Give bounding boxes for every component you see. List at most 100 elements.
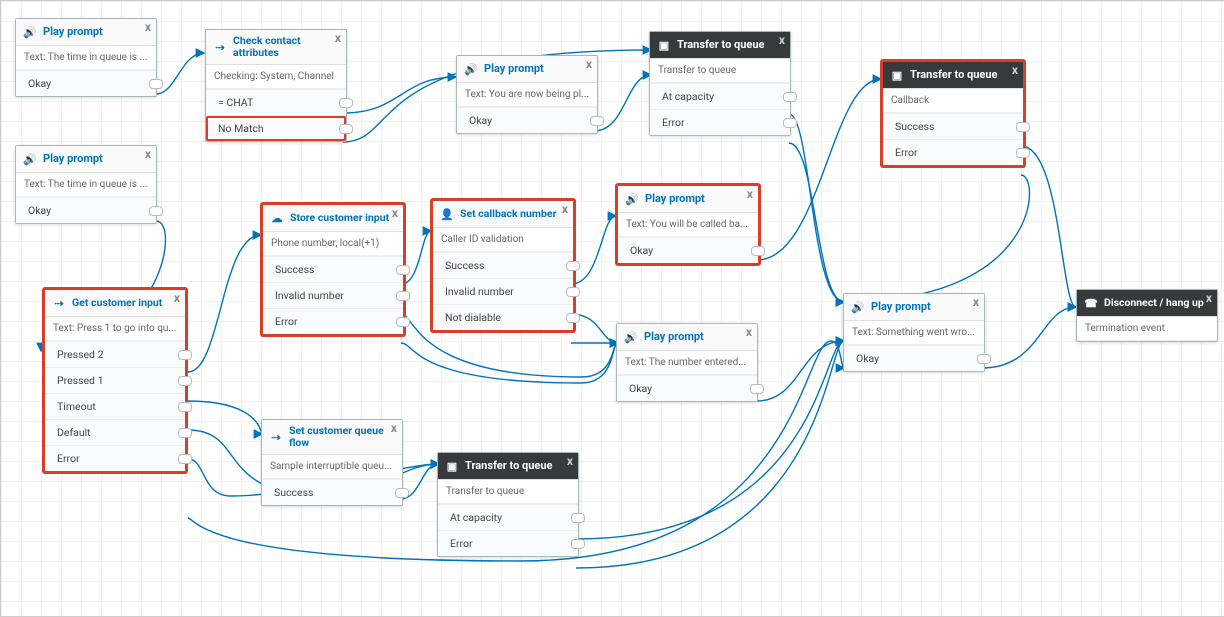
block-transfer-queue-1[interactable]: ▣Transfer to queuex Transfer to queue At… bbox=[649, 31, 791, 136]
block-title: Play prompt bbox=[43, 26, 150, 39]
transfer-icon: ▣ bbox=[656, 37, 672, 53]
block-disconnect[interactable]: ☎Disconnect / hang upx Termination event bbox=[1076, 289, 1218, 342]
speaker-icon: 🔊 bbox=[22, 151, 38, 167]
branch[interactable]: Invalid number bbox=[263, 282, 403, 308]
branch[interactable]: Okay bbox=[457, 107, 597, 133]
hangup-icon: ☎ bbox=[1083, 295, 1099, 311]
close-icon[interactable]: x bbox=[562, 203, 568, 215]
block-subtitle: Text: Press 1 to go into qu... bbox=[45, 317, 185, 341]
branch[interactable]: Error bbox=[263, 308, 403, 334]
transfer-icon: ▣ bbox=[444, 458, 460, 474]
branch[interactable]: Invalid number bbox=[433, 278, 573, 304]
branch[interactable]: Error bbox=[883, 139, 1023, 165]
output-port[interactable] bbox=[566, 261, 580, 271]
branch[interactable]: Success bbox=[262, 479, 402, 505]
branch[interactable]: Okay bbox=[618, 237, 758, 263]
output-port[interactable] bbox=[178, 350, 192, 360]
branch[interactable]: At capacity bbox=[438, 504, 578, 530]
output-port[interactable] bbox=[751, 246, 765, 256]
output-port[interactable] bbox=[396, 265, 410, 275]
output-port[interactable] bbox=[590, 116, 604, 126]
output-port[interactable] bbox=[783, 118, 797, 128]
block-title: Play prompt bbox=[871, 301, 978, 314]
close-icon[interactable]: x bbox=[391, 422, 397, 434]
person-icon: 👤 bbox=[439, 206, 455, 222]
close-icon[interactable]: x bbox=[145, 148, 151, 160]
block-subtitle: Transfer to queue bbox=[438, 480, 578, 504]
output-port[interactable] bbox=[750, 384, 764, 394]
block-set-queue-flow[interactable]: ⇢Set customer queue flowx Sample interru… bbox=[261, 419, 403, 506]
output-port[interactable] bbox=[178, 376, 192, 386]
output-port[interactable] bbox=[339, 124, 353, 134]
output-port[interactable] bbox=[395, 488, 409, 498]
output-port[interactable] bbox=[566, 313, 580, 323]
output-port[interactable] bbox=[178, 402, 192, 412]
branch[interactable]: At capacity bbox=[650, 83, 790, 109]
block-play-prompt-error[interactable]: 🔊Play promptx Text: Something went wro..… bbox=[843, 293, 985, 372]
block-play-prompt-invalid[interactable]: 🔊Play promptx Text: The number entered..… bbox=[616, 323, 758, 402]
branch[interactable]: = CHAT bbox=[206, 89, 346, 115]
branch[interactable]: Success bbox=[883, 113, 1023, 139]
block-play-prompt-1[interactable]: 🔊Play promptx Text: The time in queue is… bbox=[15, 18, 157, 97]
close-icon[interactable]: x bbox=[567, 455, 573, 467]
block-transfer-queue-callback[interactable]: ▣Transfer to queuex Callback Success Err… bbox=[881, 60, 1025, 167]
branch[interactable]: Okay bbox=[617, 375, 757, 401]
branch[interactable]: Okay bbox=[844, 345, 984, 371]
close-icon[interactable]: x bbox=[779, 34, 785, 46]
block-title: Set callback number bbox=[460, 208, 567, 220]
block-subtitle: Text: The number entered... bbox=[617, 351, 757, 375]
speaker-icon: 🔊 bbox=[22, 24, 38, 40]
output-port[interactable] bbox=[566, 287, 580, 297]
branch-no-match[interactable]: No Match bbox=[206, 115, 346, 141]
output-port[interactable] bbox=[1016, 122, 1030, 132]
close-icon[interactable]: x bbox=[973, 296, 979, 308]
close-icon[interactable]: x bbox=[1012, 64, 1018, 76]
branch[interactable]: Default bbox=[45, 419, 185, 445]
branch[interactable]: Pressed 1 bbox=[45, 367, 185, 393]
branch[interactable]: Pressed 2 bbox=[45, 341, 185, 367]
output-port[interactable] bbox=[571, 539, 585, 549]
output-port[interactable] bbox=[339, 98, 353, 108]
output-port[interactable] bbox=[149, 206, 163, 216]
block-store-customer-input[interactable]: ☁Store customer inputx Phone number, loc… bbox=[261, 203, 405, 336]
branch[interactable]: Timeout bbox=[45, 393, 185, 419]
speaker-icon: 🔊 bbox=[624, 191, 640, 207]
close-icon[interactable]: x bbox=[335, 32, 341, 44]
branch-icon: ⇢ bbox=[51, 295, 67, 311]
block-play-prompt-3[interactable]: 🔊Play promptx Text: You are now being pl… bbox=[456, 55, 598, 134]
block-play-prompt-callback[interactable]: 🔊Play promptx Text: You will be called b… bbox=[616, 184, 760, 265]
output-port[interactable] bbox=[149, 79, 163, 89]
close-icon[interactable]: x bbox=[145, 21, 151, 33]
branch[interactable]: Not dialable bbox=[433, 304, 573, 330]
close-icon[interactable]: x bbox=[586, 58, 592, 70]
branch[interactable]: Success bbox=[433, 252, 573, 278]
branch[interactable]: Error bbox=[650, 109, 790, 135]
output-port[interactable] bbox=[396, 291, 410, 301]
block-title: Disconnect / hang up bbox=[1104, 297, 1211, 309]
close-icon[interactable]: x bbox=[746, 326, 752, 338]
close-icon[interactable]: x bbox=[1206, 292, 1212, 304]
block-check-attributes[interactable]: ⇢Check contact attributesx Checking: Sys… bbox=[205, 29, 347, 142]
output-port[interactable] bbox=[396, 317, 410, 327]
block-play-prompt-2[interactable]: 🔊Play promptx Text: The time in queue is… bbox=[15, 145, 157, 224]
block-set-callback-number[interactable]: 👤Set callback numberx Caller ID validati… bbox=[431, 199, 575, 332]
close-icon[interactable]: x bbox=[392, 207, 398, 219]
branch[interactable]: Okay bbox=[16, 197, 156, 223]
output-port[interactable] bbox=[783, 92, 797, 102]
output-port[interactable] bbox=[178, 454, 192, 464]
branch[interactable]: Okay bbox=[16, 70, 156, 96]
block-transfer-queue-2[interactable]: ▣Transfer to queuex Transfer to queue At… bbox=[437, 452, 579, 557]
block-subtitle: Phone number, local(+1) bbox=[263, 232, 403, 256]
block-get-customer-input[interactable]: ⇢Get customer inputx Text: Press 1 to go… bbox=[43, 288, 187, 473]
branch[interactable]: Success bbox=[263, 256, 403, 282]
output-port[interactable] bbox=[977, 354, 991, 364]
close-icon[interactable]: x bbox=[174, 292, 180, 304]
contact-flow-canvas[interactable]: { "blocks":{ "play1":{"title":"Play prom… bbox=[0, 0, 1224, 617]
output-port[interactable] bbox=[1016, 148, 1030, 158]
output-port[interactable] bbox=[571, 513, 585, 523]
branch[interactable]: Error bbox=[438, 530, 578, 556]
close-icon[interactable]: x bbox=[747, 188, 753, 200]
output-port[interactable] bbox=[178, 428, 192, 438]
block-subtitle: Text: Something went wro... bbox=[844, 321, 984, 345]
branch[interactable]: Error bbox=[45, 445, 185, 471]
